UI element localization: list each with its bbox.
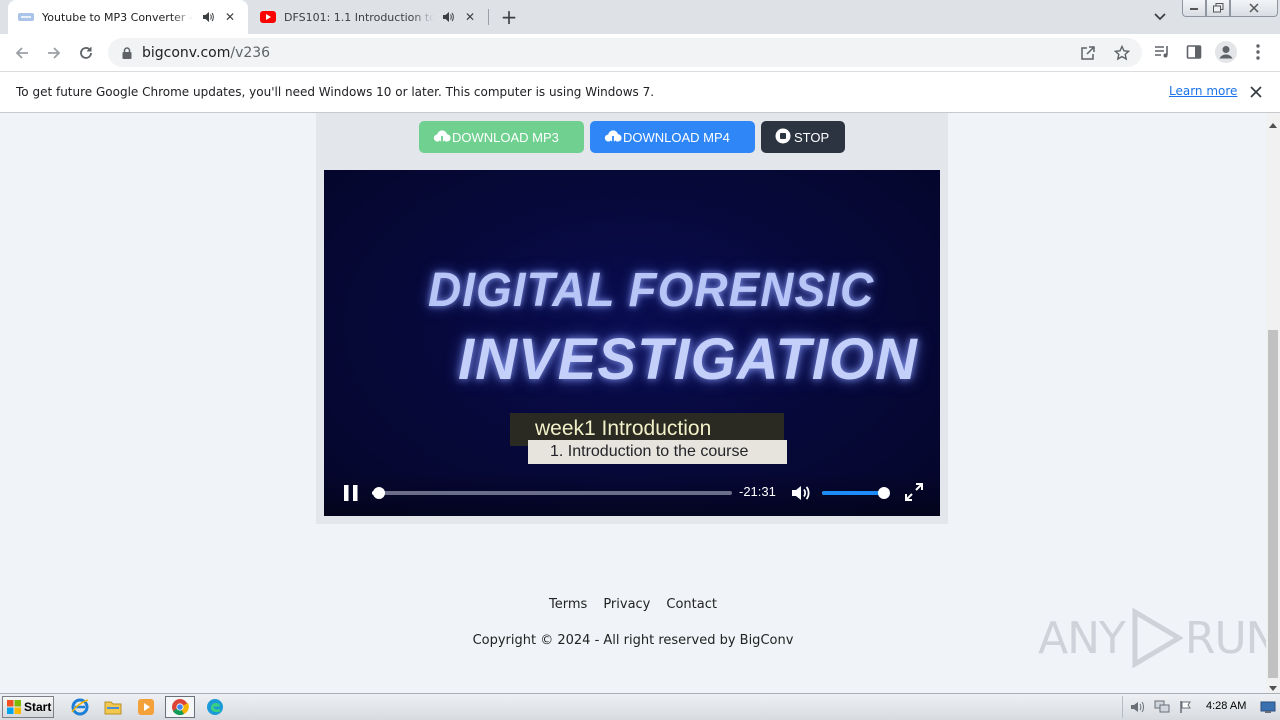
tab-separator <box>488 9 489 25</box>
reload-icon[interactable] <box>73 40 99 66</box>
tab-close-icon[interactable]: ✕ <box>462 9 478 25</box>
speaker-icon[interactable] <box>440 9 456 25</box>
start-button[interactable]: Start <box>2 696 54 718</box>
address-bar[interactable]: bigconv.com/v236 <box>108 38 1142 67</box>
tab-strip: Youtube to MP3 Converter - Free ✕ DFS101… <box>0 0 1280 34</box>
video-player[interactable]: DIGITAL FORENSIC INVESTIGATION week1 Int… <box>324 170 940 516</box>
footer-link-terms[interactable]: Terms <box>549 597 587 612</box>
download-mp3-label: DOWNLOAD MP3 <box>452 129 559 145</box>
ie-icon[interactable] <box>69 697 91 717</box>
forward-arrow-icon[interactable] <box>41 40 67 66</box>
tab-title: Youtube to MP3 Converter - Free <box>42 10 194 24</box>
video-time-remaining: -21:31 <box>739 484 776 499</box>
volume-tray-icon[interactable] <box>1129 698 1147 716</box>
watermark-left: ANY <box>1038 612 1126 664</box>
stop-label: STOP <box>794 129 830 145</box>
volume-level <box>822 491 884 495</box>
back-arrow-icon[interactable] <box>9 40 35 66</box>
tab-youtube-mp3-converter[interactable]: Youtube to MP3 Converter - Free ✕ <box>8 0 248 34</box>
video-title-line1: DIGITAL FORENSIC <box>428 261 875 317</box>
new-tab-plus-icon[interactable]: + <box>498 5 520 29</box>
download-button-row: DOWNLOAD MP3 DOWNLOAD MP4 STOP <box>316 121 948 153</box>
download-mp4-button[interactable]: DOWNLOAD MP4 <box>590 121 755 153</box>
minimize-icon[interactable] <box>1182 0 1206 17</box>
url-host: bigconv.com <box>142 44 231 61</box>
infobar-close-icon[interactable] <box>1248 84 1264 100</box>
download-mp4-label: DOWNLOAD MP4 <box>623 129 730 145</box>
video-progress-bar[interactable] <box>372 487 732 499</box>
watermark-play-icon <box>1127 607 1184 669</box>
edge-icon[interactable] <box>204 697 226 717</box>
footer-link-contact[interactable]: Contact <box>666 597 717 612</box>
tab-close-icon[interactable]: ✕ <box>222 9 238 25</box>
stop-circle-icon <box>775 128 793 146</box>
lock-icon[interactable] <box>120 46 134 60</box>
scroll-up-arrow-icon[interactable] <box>1269 117 1277 128</box>
start-label: Start <box>24 700 52 714</box>
windows-logo-icon <box>6 699 22 715</box>
scrollbar-thumb[interactable] <box>1268 330 1278 678</box>
url-path: /v236 <box>230 44 271 61</box>
watermark-right: RUN <box>1184 612 1266 664</box>
tab-dfs101[interactable]: DFS101: 1.1 Introduction to digital fore… <box>250 0 488 34</box>
volume-thumb[interactable] <box>878 487 890 499</box>
anyrun-watermark: ANY RUN <box>1038 607 1266 669</box>
learn-more-link[interactable]: Learn more <box>1169 84 1237 98</box>
fullscreen-icon[interactable] <box>904 482 926 504</box>
profile-avatar-icon[interactable] <box>1214 40 1238 64</box>
share-icon[interactable] <box>1078 43 1098 63</box>
video-caption-lesson: 1. Introduction to the course <box>528 440 787 464</box>
browser-toolbar: bigconv.com/v236 <box>0 34 1280 71</box>
show-desktop-icon[interactable] <box>1258 696 1278 718</box>
menu-kebab-icon[interactable] <box>1246 40 1270 64</box>
youtube-favicon-icon <box>260 9 276 25</box>
chrome-icon[interactable] <box>165 696 195 718</box>
cloud-download-icon <box>604 128 622 146</box>
volume-icon[interactable] <box>790 482 812 504</box>
converter-card: DOWNLOAD MP3 DOWNLOAD MP4 STOP DIGITAL F… <box>316 113 948 524</box>
network-tray-icon[interactable] <box>1153 698 1171 716</box>
media-player-icon[interactable] <box>135 697 157 717</box>
video-progress-thumb[interactable] <box>373 487 386 499</box>
bookmark-star-icon[interactable] <box>1112 43 1132 63</box>
window-close-icon[interactable] <box>1230 0 1278 17</box>
page-content: DOWNLOAD MP3 DOWNLOAD MP4 STOP DIGITAL F… <box>0 113 1266 693</box>
update-infobar: To get future Google Chrome updates, you… <box>0 71 1280 113</box>
pause-icon[interactable] <box>341 483 361 503</box>
tab-search-chevron-icon[interactable] <box>1150 8 1170 26</box>
page-scrollbar[interactable] <box>1266 113 1280 693</box>
bigconv-favicon-icon <box>18 9 34 25</box>
cloud-download-icon <box>433 128 451 146</box>
side-panel-icon[interactable] <box>1182 40 1206 64</box>
windows-taskbar: Start 4:28 AM <box>0 693 1280 720</box>
explorer-icon[interactable] <box>102 697 124 717</box>
stop-button[interactable]: STOP <box>761 121 845 153</box>
infobar-message: To get future Google Chrome updates, you… <box>16 85 655 99</box>
tab-title: DFS101: 1.1 Introduction to digital fore… <box>284 10 434 24</box>
media-controls-icon[interactable] <box>1150 40 1174 64</box>
restore-icon[interactable] <box>1206 0 1230 17</box>
video-title-line2: INVESTIGATION <box>458 327 918 392</box>
scroll-down-arrow-icon[interactable] <box>1269 681 1277 691</box>
window-controls <box>1182 0 1278 18</box>
volume-slider[interactable] <box>822 487 890 499</box>
speaker-icon[interactable] <box>200 9 216 25</box>
taskbar-clock[interactable]: 4:28 AM <box>1206 700 1246 712</box>
action-center-flag-icon[interactable] <box>1177 698 1195 716</box>
video-controls: -21:31 <box>324 472 940 516</box>
url-text: bigconv.com/v236 <box>142 45 270 61</box>
footer-link-privacy[interactable]: Privacy <box>603 597 650 612</box>
download-mp3-button[interactable]: DOWNLOAD MP3 <box>419 121 584 153</box>
